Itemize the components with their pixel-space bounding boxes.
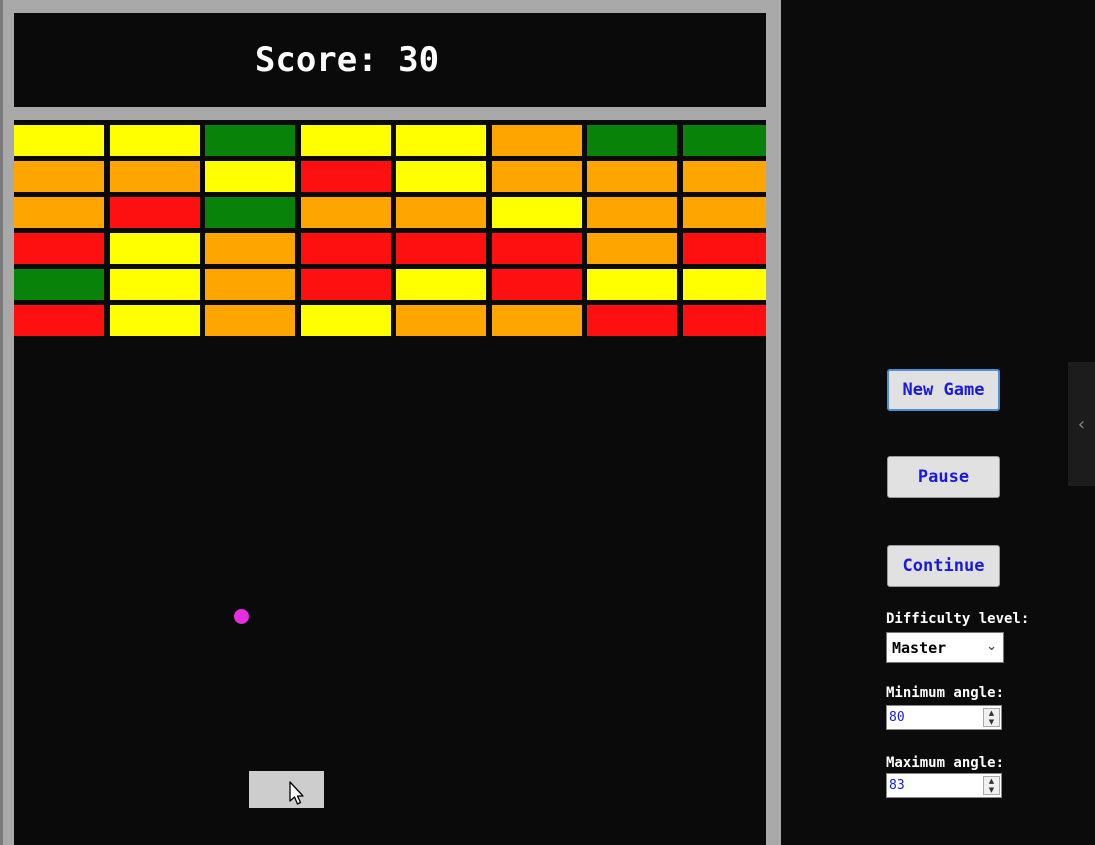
- difficulty-select[interactable]: Master ⌄: [886, 632, 1004, 663]
- brick: [492, 197, 582, 228]
- score-divider: [14, 107, 766, 120]
- max-angle-spinner[interactable]: ▲ ▼: [983, 776, 1000, 795]
- brick: [14, 161, 104, 192]
- max-angle-label: Maximum angle:: [886, 755, 1005, 771]
- brick: [492, 233, 582, 264]
- brick: [396, 233, 486, 264]
- brick: [683, 125, 766, 156]
- brick: [492, 305, 582, 336]
- min-angle-spinner[interactable]: ▲ ▼: [983, 708, 1000, 727]
- brick: [396, 125, 486, 156]
- brick: [110, 161, 200, 192]
- difficulty-label: Difficulty level:: [886, 611, 1030, 627]
- brick: [683, 161, 766, 192]
- brick: [301, 125, 391, 156]
- ball: [234, 609, 249, 624]
- brick: [205, 161, 295, 192]
- brick: [587, 197, 677, 228]
- min-angle-input[interactable]: 80 ▲ ▼: [886, 705, 1002, 730]
- brick: [683, 269, 766, 300]
- brick: [587, 125, 677, 156]
- chevron-left-icon[interactable]: ‹: [1068, 362, 1095, 486]
- brick: [14, 125, 104, 156]
- brick: [205, 233, 295, 264]
- brick: [110, 305, 200, 336]
- brick: [14, 269, 104, 300]
- brick: [110, 125, 200, 156]
- brick: [492, 161, 582, 192]
- continue-button[interactable]: Continue: [887, 545, 1000, 587]
- brick: [396, 305, 486, 336]
- difficulty-value: Master: [892, 638, 947, 657]
- brick: [492, 125, 582, 156]
- brick: [110, 197, 200, 228]
- brick: [205, 305, 295, 336]
- brick: [301, 233, 391, 264]
- brick: [683, 233, 766, 264]
- brick: [14, 305, 104, 336]
- brick: [683, 197, 766, 228]
- min-angle-label: Minimum angle:: [886, 685, 1005, 701]
- brick: [396, 269, 486, 300]
- brick: [14, 197, 104, 228]
- pause-button[interactable]: Pause: [887, 456, 1000, 498]
- brick: [205, 269, 295, 300]
- max-angle-input[interactable]: 83 ▲ ▼: [886, 773, 1002, 798]
- paddle[interactable]: [249, 771, 324, 808]
- brick: [396, 161, 486, 192]
- brick: [301, 197, 391, 228]
- brick: [587, 305, 677, 336]
- max-angle-value: 83: [889, 778, 905, 793]
- mouse-pointer-icon: [289, 781, 304, 805]
- brick: [14, 233, 104, 264]
- score-display: Score: 30: [254, 40, 440, 80]
- left-edge: [0, 0, 3, 845]
- brick: [110, 233, 200, 264]
- brick: [301, 305, 391, 336]
- brick: [587, 269, 677, 300]
- brick: [587, 161, 677, 192]
- game-frame: Score: 30: [0, 0, 781, 845]
- chevron-down-icon: ⌄: [986, 639, 997, 654]
- brick: [492, 269, 582, 300]
- brick: [205, 125, 295, 156]
- brick: [301, 161, 391, 192]
- brick: [396, 197, 486, 228]
- min-angle-value: 80: [889, 710, 905, 725]
- brick: [301, 269, 391, 300]
- brick: [110, 269, 200, 300]
- brick: [587, 233, 677, 264]
- brick: [205, 197, 295, 228]
- game-area[interactable]: Score: 30: [14, 13, 766, 845]
- new-game-button[interactable]: New Game: [887, 369, 1000, 411]
- brick: [683, 305, 766, 336]
